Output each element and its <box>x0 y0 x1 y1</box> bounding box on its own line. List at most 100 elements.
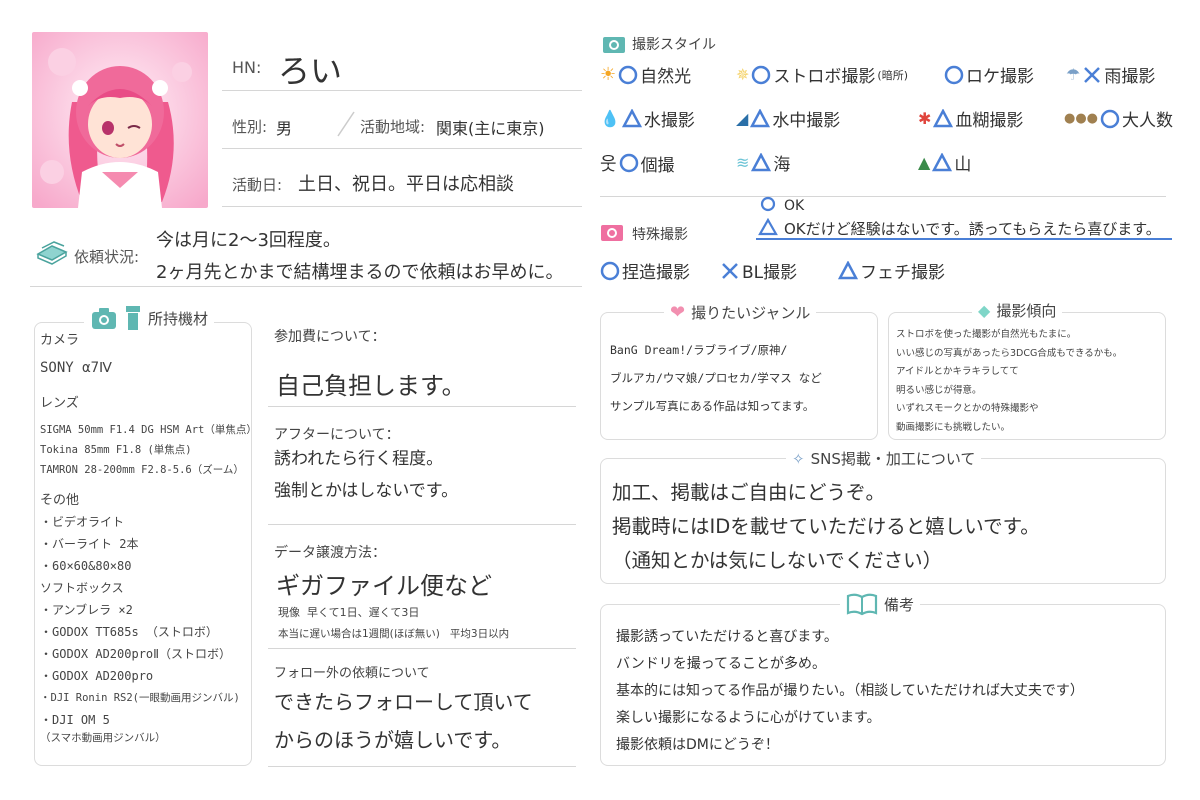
other-item: （スマホ動画用ジンバル） <box>40 732 166 744</box>
heart-icon: ❤ <box>670 302 686 323</box>
mountain-icon: ▲ <box>918 153 931 172</box>
book-stack-icon <box>36 241 68 265</box>
lens-icon <box>126 306 140 330</box>
camera-icon <box>92 308 116 329</box>
avatar <box>32 32 208 208</box>
after-line-2: 強制とかはしないです。 <box>274 481 459 501</box>
style-underwater: ◢ 水中撮影 <box>736 108 841 131</box>
camera-icon <box>603 37 625 53</box>
open-book-icon <box>846 593 878 616</box>
style-group: ●●● 大人数 <box>1064 106 1173 131</box>
special-fetish: フェチ撮影 <box>838 258 945 283</box>
tri-icon <box>933 108 954 127</box>
magic-wand-icon: ✧ <box>792 449 805 468</box>
divider <box>222 90 582 91</box>
person-icon: 웃 <box>600 154 617 175</box>
special-fabrication: 捏造撮影 <box>600 258 690 283</box>
other-item: ・60×60&80×80 <box>40 559 132 573</box>
other-item: ・アンブレラ ×2 <box>40 603 133 617</box>
data-label: データ譲渡方法： <box>274 545 386 561</box>
divider <box>268 648 576 649</box>
lens-list: SIGMA 50mm F1.4 DG HSM Art（単焦点） Tokina 8… <box>40 420 257 480</box>
gender-value: 男 <box>276 119 293 138</box>
after-label: アフターについて： <box>274 427 400 443</box>
sns-text: 加工、掲載はご自由にどうぞ。 掲載時にはIDを載せていただけると嬉しいです。 （… <box>612 481 1040 572</box>
style-sea: ≋ 海 <box>736 152 791 175</box>
sns-title: ✧ SNS掲載・加工について <box>786 448 982 469</box>
camera-heading: カメラ <box>40 333 80 348</box>
wave-icon: ◢ <box>736 109 749 128</box>
tri-icon <box>621 108 642 127</box>
ng-cross-icon <box>1084 66 1101 83</box>
divider <box>268 406 576 407</box>
style-water: 💧 水撮影 <box>600 108 695 131</box>
data-note-2: 本当に遅い場合は1週間(ほぼ無い) 平均3日以内 <box>278 628 510 640</box>
ok-circle-icon <box>618 65 638 84</box>
tendency-text: ストロボを使った撮影が自然光もたまに。 いい感じの写真があったら3DCG合成もで… <box>896 329 1123 433</box>
after-line-1: 誘われたら行く程度。 <box>274 449 444 469</box>
follow-line-2: からのほうが嬉しいです。 <box>274 728 512 752</box>
ok-circle-icon <box>619 153 638 173</box>
data-value: ギガファイル便など <box>276 572 492 600</box>
area-label: 活動地域: <box>360 118 426 136</box>
other-item: ソフトボックス <box>40 581 124 595</box>
fee-value: 自己負担します。 <box>276 372 466 400</box>
hn-label: HN: <box>232 58 262 77</box>
legend-underline <box>756 238 1172 240</box>
umbrella-icon: ☂ <box>1066 65 1081 84</box>
style-solo: 웃 個撮 <box>600 150 675 176</box>
divider <box>600 196 1166 197</box>
sun-icon: ☀ <box>600 64 617 85</box>
gender-label: 性別: <box>232 118 268 136</box>
divider <box>268 766 576 767</box>
blood-icon: ✱ <box>918 109 932 128</box>
area-value: 関東(主に東京) <box>436 119 545 138</box>
other-item: ・バーライト 2本 <box>40 537 139 551</box>
lens-item: Tokina 85mm F1.8 (単焦点) <box>40 444 192 456</box>
notes-title: 備考 <box>840 592 921 616</box>
sparkle-icon: ✵ <box>736 65 750 84</box>
styles-title: 撮影スタイル <box>632 37 716 53</box>
equipment-title-text: 所持機材 <box>148 309 209 328</box>
style-rain: ☂ 雨撮影 <box>1066 65 1156 87</box>
other-item: ・DJI OM 5 <box>40 713 110 727</box>
request-label: 依頼状況: <box>74 248 140 266</box>
tendency-title: ◆ 撮影傾向 <box>972 300 1063 321</box>
other-list: ・ビデオライト ・バーライト 2本 ・60×60&80×80 ソフトボックス ・… <box>40 511 257 745</box>
other-item: ・ビデオライト <box>40 515 125 529</box>
ok-circle-icon <box>752 65 771 84</box>
style-blood: ✱ 血糊撮影 <box>918 108 1024 131</box>
tri-icon <box>758 218 778 236</box>
style-location: ロケ撮影 <box>944 62 1034 87</box>
ok-circle-icon <box>944 65 964 84</box>
lens-item: SIGMA 50mm F1.4 DG HSM Art（単焦点） <box>40 424 257 436</box>
divider <box>222 206 582 207</box>
equipment-list: カメラ SONY α7Ⅳ レンズ SIGMA 50mm F1.4 DG HSM … <box>40 334 257 745</box>
request-line-1: 今は月に2〜3回程度。 <box>156 230 341 251</box>
tri-icon <box>751 152 772 171</box>
equipment-title: 所持機材 <box>84 304 215 332</box>
other-item: ・GODOX TT685s （ストロボ） <box>40 625 218 639</box>
genre-text: BanG Dream!/ラブライブ/原神/ ブルアカ/ウマ娘/プロセカ/学マス … <box>610 343 822 413</box>
hn-value: ろい <box>278 52 343 90</box>
style-natural-light: ☀ 自然光 <box>600 64 692 87</box>
genre-title: ❤ 撮りたいジャンル <box>664 302 817 323</box>
legend-tri: OKだけど経験はないです。誘ってもらえたら喜びます。 <box>784 220 1161 238</box>
style-mountain: ▲ 山 <box>918 152 972 175</box>
sea-icon: ≋ <box>736 153 750 172</box>
tri-icon <box>750 108 771 127</box>
legend-ok: OK <box>784 198 805 214</box>
divider <box>30 286 582 287</box>
style-strobe: ✵ ストロボ撮影 (暗所) <box>736 65 908 87</box>
divider <box>222 148 582 149</box>
camera-icon <box>601 225 623 241</box>
follow-line-1: できたらフォローして頂いて <box>274 690 533 714</box>
data-note-1: 現像 早くて1日、遅くて3日 <box>278 606 420 619</box>
follow-label: フォロー外の依頼について <box>274 666 430 681</box>
other-item: ・GODOX AD200pro <box>40 669 154 683</box>
ok-circle-icon <box>600 261 620 280</box>
lens-heading: レンズ <box>40 396 79 411</box>
lens-item: TAMRON 28-200mm F2.8-5.6（ズーム） <box>40 464 244 476</box>
other-heading: その他 <box>40 493 80 508</box>
ok-circle-icon <box>1100 109 1120 128</box>
